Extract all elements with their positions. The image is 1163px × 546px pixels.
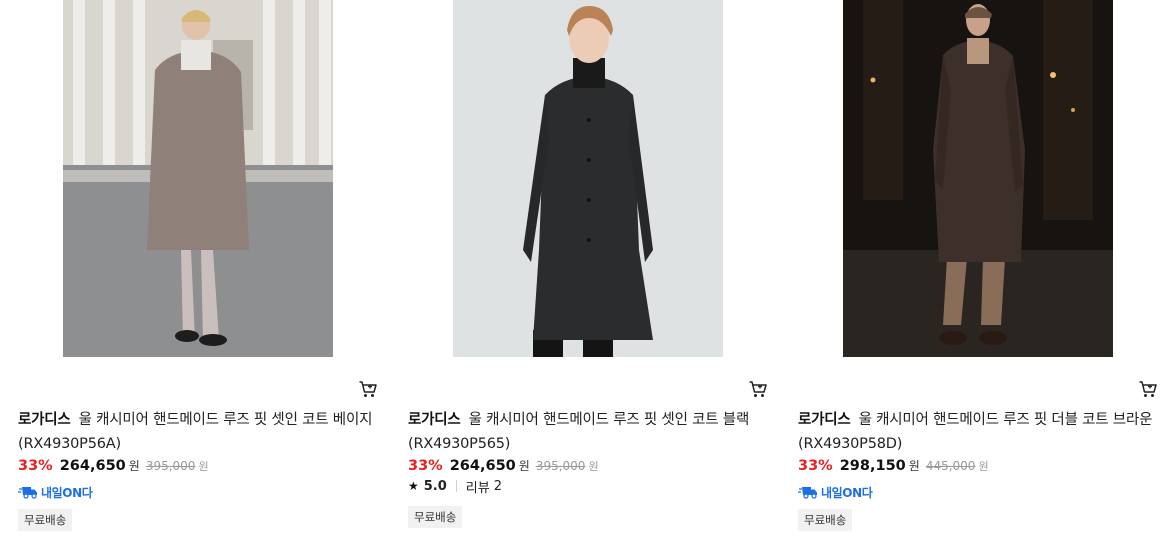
price-row: 33% 298,150 원 445,000 원 [798,457,989,477]
review-label: 리뷰 [465,480,490,496]
currency-unit: 원 [128,459,140,473]
product-name: 울 캐시미어 핸드메이드 루즈 핏 더블 코트 브라운 (RX4930P58D) [798,412,1153,452]
review-count: 2 [493,478,502,494]
rating-row[interactable]: ★ 5.0 리뷰 2 [408,477,502,496]
delivery-badge-label: 내일ON다 [821,485,873,500]
brand-name: 로가디스 [408,412,461,428]
currency-unit: 원 [908,459,920,473]
product-title[interactable]: 로가디스 울 캐시미어 핸드메이드 루즈 핏 더블 코트 브라운 (RX4930P… [798,408,1158,456]
original-price: 395,000 [535,459,586,473]
free-shipping-tag: 무료배송 [18,509,73,531]
truck-icon [798,487,817,499]
original-price: 395,000 [145,459,196,473]
price-row: 33% 264,650 원 395,000 원 [408,457,599,477]
currency-unit: 원 [518,459,530,473]
free-shipping-tag: 무료배송 [798,509,853,531]
rating-value: 5.0 [423,478,447,494]
cart-icon[interactable] [358,379,378,399]
divider [455,480,457,492]
original-price: 445,000 [925,459,976,473]
product-image[interactable] [63,0,333,357]
product-name: 울 캐시미어 핸드메이드 루즈 핏 셋인 코트 베이지 (RX4930P56A) [18,412,373,452]
product-image[interactable] [843,0,1113,357]
product-card[interactable]: 로가디스 울 캐시미어 핸드메이드 루즈 핏 셋인 코트 블랙 (RX4930P5… [408,0,778,546]
brand-name: 로가디스 [798,412,851,428]
delivery-badge[interactable]: 내일ON다 [18,483,93,501]
sale-price: 298,150 [839,458,906,474]
truck-icon [18,487,37,499]
price-row: 33% 264,650 원 395,000 원 [18,457,209,477]
discount-rate: 33% [408,458,443,474]
product-card[interactable]: 로가디스 울 캐시미어 핸드메이드 루즈 핏 더블 코트 브라운 (RX4930P… [798,0,1163,546]
product-title[interactable]: 로가디스 울 캐시미어 핸드메이드 루즈 핏 셋인 코트 베이지 (RX4930P… [18,408,378,456]
delivery-badge-label: 내일ON다 [41,485,93,500]
original-currency-unit: 원 [588,460,599,473]
original-currency-unit: 원 [978,460,989,473]
discount-rate: 33% [18,458,53,474]
product-title[interactable]: 로가디스 울 캐시미어 핸드메이드 루즈 핏 셋인 코트 블랙 (RX4930P5… [408,408,768,456]
product-card[interactable]: 로가디스 울 캐시미어 핸드메이드 루즈 핏 셋인 코트 베이지 (RX4930P… [18,0,388,546]
cart-icon[interactable] [748,379,768,399]
brand-name: 로가디스 [18,412,71,428]
star-icon: ★ [408,479,419,493]
cart-icon[interactable] [1138,379,1158,399]
original-currency-unit: 원 [198,460,209,473]
delivery-badge[interactable]: 내일ON다 [798,483,873,501]
discount-rate: 33% [798,458,833,474]
sale-price: 264,650 [449,458,516,474]
free-shipping-tag: 무료배송 [408,506,463,528]
product-image[interactable] [453,0,723,357]
sale-price: 264,650 [59,458,126,474]
